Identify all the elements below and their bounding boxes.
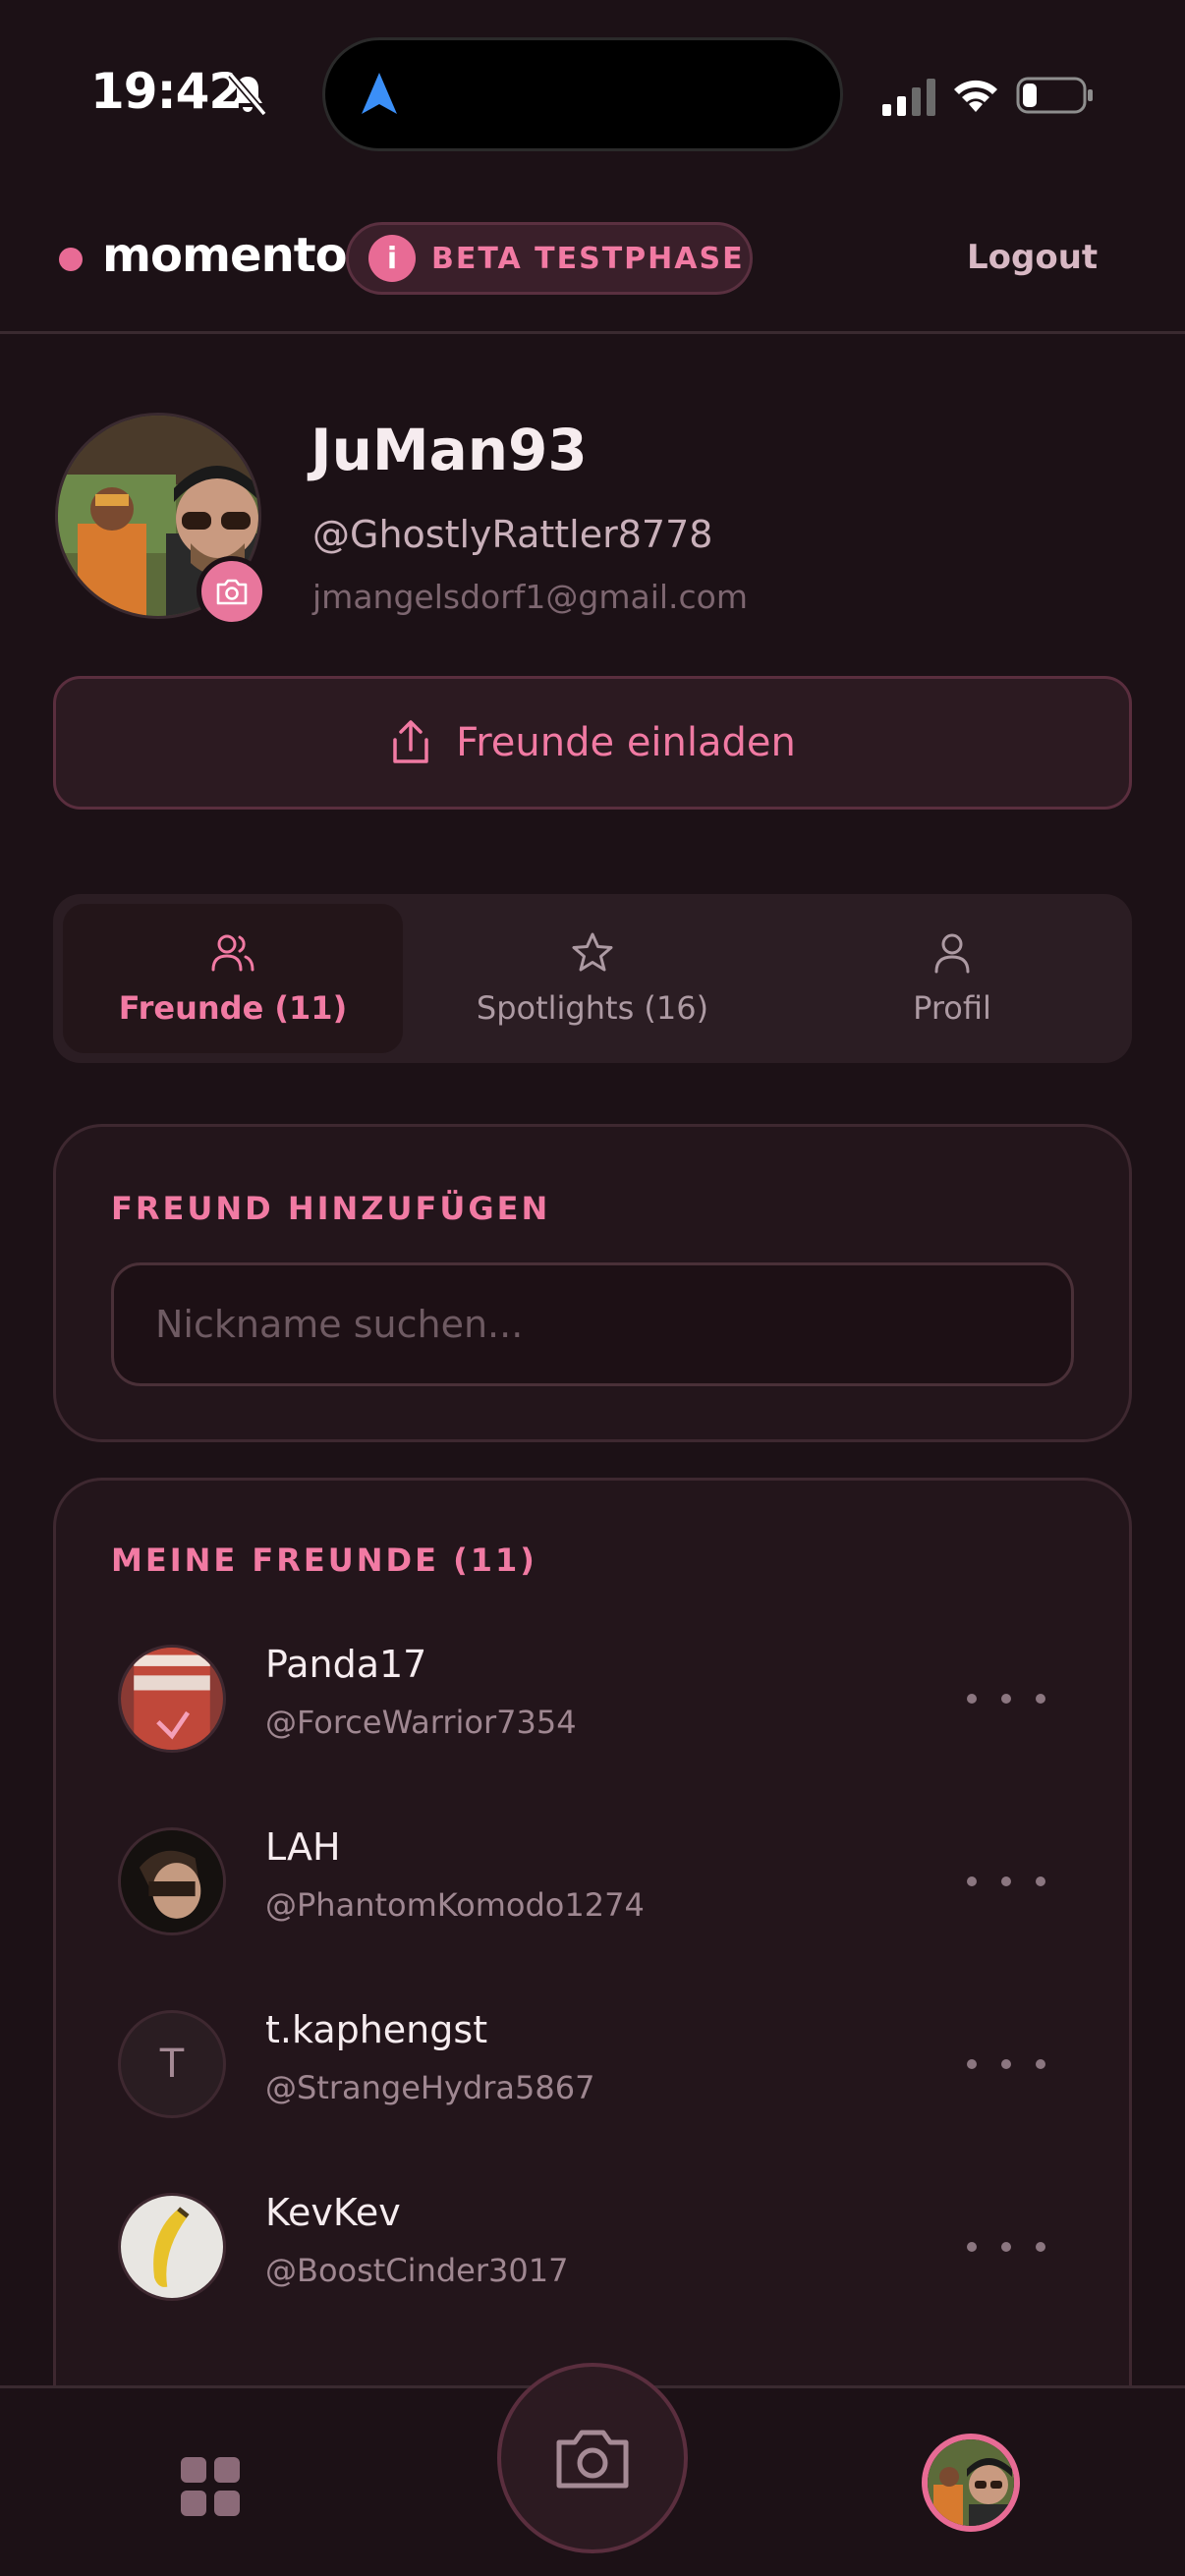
nickname-search-input[interactable] [111,1262,1074,1386]
beta-badge-label: BETA TESTPHASE [431,241,745,276]
invite-friends-button[interactable]: Freunde einladen [53,676,1132,810]
tab-profile[interactable]: Profil [782,904,1122,1053]
avatar [118,1827,226,1935]
cellular-signal-icon [882,79,935,116]
avatar [118,2193,226,2301]
camera-icon [216,579,248,605]
camera-icon [556,2430,629,2489]
friend-handle: @ForceWarrior7354 [265,1704,577,1741]
user-icon [934,933,970,974]
list-item[interactable]: Panda17 @ForceWarrior7354 [63,1625,1045,1772]
tab-spotlights[interactable]: Spotlights (16) [423,904,762,1053]
beta-badge[interactable]: i BETA TESTPHASE [346,222,753,295]
friend-handle: @StrangeHydra5867 [265,2069,595,2106]
location-arrow-icon [362,73,397,114]
add-friend-card: FREUND HINZUFÜGEN [53,1124,1132,1442]
avatar-initial: T [159,2042,185,2087]
friends-list-title: MEINE FREUNDE (11) [111,1541,537,1579]
bell-off-icon [228,73,267,116]
more-options-icon[interactable] [967,1857,1045,1906]
brand-dot [59,248,83,271]
add-friend-title: FREUND HINZUFÜGEN [111,1190,551,1227]
friend-name: Panda17 [265,1643,427,1686]
info-icon: i [368,235,416,282]
friend-name: t.kaphengst [265,2008,488,2051]
brand-logo[interactable]: momento [102,228,348,283]
tab-friends-label: Freunde (11) [118,989,348,1027]
list-item[interactable]: LAH @PhantomKomodo1274 [63,1808,1045,1955]
star-icon [572,932,613,972]
change-photo-button[interactable] [197,556,267,627]
more-options-icon[interactable] [967,1674,1045,1723]
battery-icon [1016,77,1093,114]
app-header: momento i BETA TESTPHASE Logout [0,187,1185,334]
profile-handle: @GhostlyRattler8778 [312,513,713,556]
status-time: 19:42 [90,63,243,120]
more-options-icon[interactable] [967,2222,1045,2271]
profile-username: JuMan93 [310,417,588,483]
avatar: T [118,2010,226,2118]
profile-email: jmangelsdorf1@gmail.com [312,578,749,616]
wifi-icon [954,80,997,112]
invite-friends-label: Freunde einladen [456,720,796,765]
more-options-icon[interactable] [967,2040,1045,2089]
users-icon [211,934,254,972]
tab-spotlights-label: Spotlights (16) [476,989,709,1027]
list-item[interactable]: T t.kaphengst @StrangeHydra5867 [63,1990,1045,2138]
friend-handle: @BoostCinder3017 [265,2252,569,2289]
status-bar: 19:42 [0,0,1185,187]
profile-tabs: Freunde (11) Spotlights (16) Profil [53,894,1132,1063]
friend-name: KevKev [265,2191,401,2234]
friend-name: LAH [265,1825,341,1869]
grid-icon[interactable] [179,2455,242,2518]
nav-profile-avatar[interactable] [922,2434,1020,2532]
tab-profile-label: Profil [913,989,991,1027]
logout-button[interactable]: Logout [967,238,1098,277]
share-icon [393,720,428,763]
bottom-nav [0,2363,1185,2576]
avatar [118,1645,226,1753]
list-item[interactable]: KevKev @BoostCinder3017 [63,2173,1045,2321]
tab-friends[interactable]: Freunde (11) [63,904,403,1053]
camera-shutter-button[interactable] [497,2363,688,2553]
friend-handle: @PhantomKomodo1274 [265,1886,645,1924]
